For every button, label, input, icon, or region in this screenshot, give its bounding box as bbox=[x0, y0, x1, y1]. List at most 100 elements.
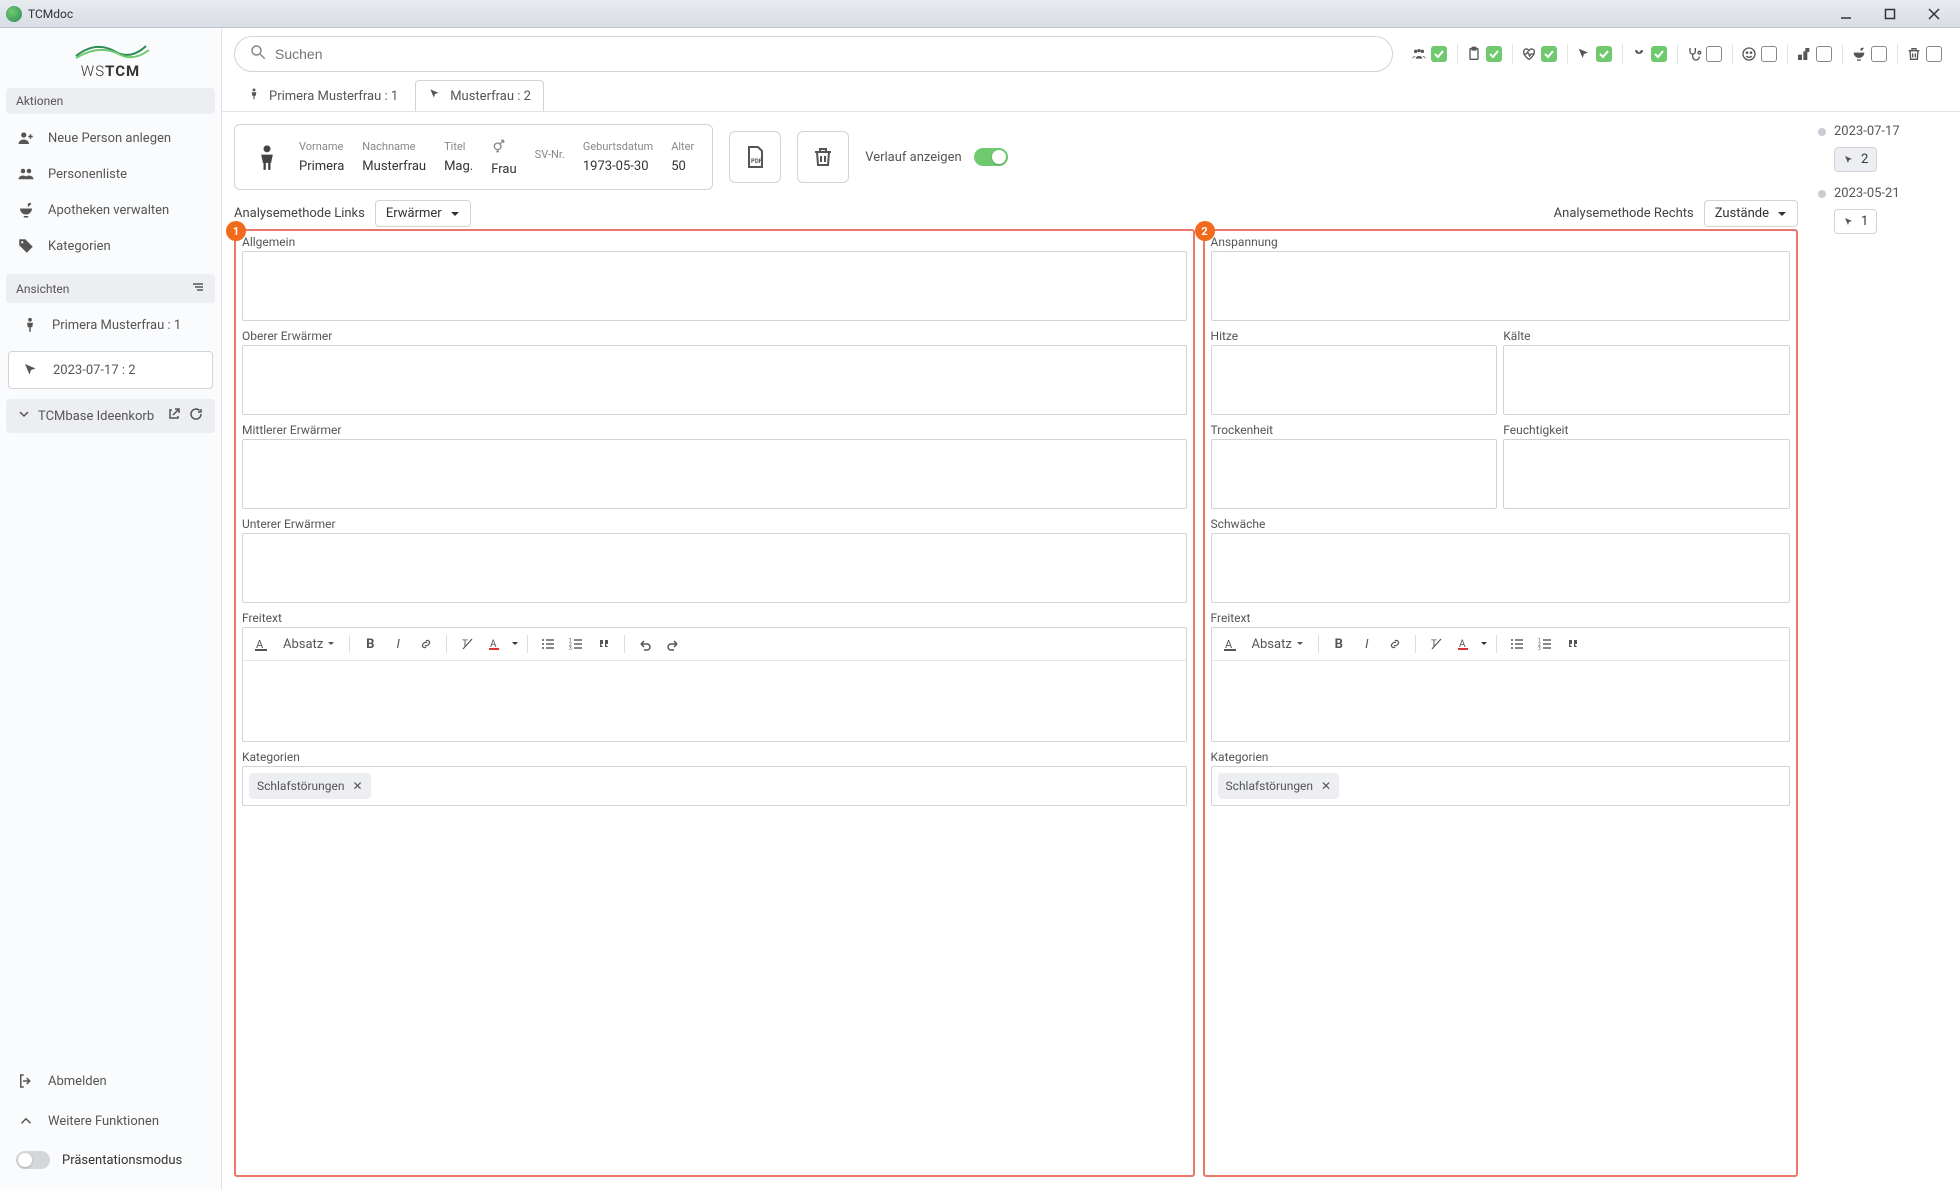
kategorien-box-left[interactable]: Schlafstörungen ✕ bbox=[242, 766, 1187, 806]
checkbox-checked[interactable] bbox=[1486, 46, 1502, 62]
ul-icon[interactable] bbox=[1505, 632, 1529, 656]
svg-text:3: 3 bbox=[1538, 646, 1541, 651]
checkbox-checked[interactable] bbox=[1541, 46, 1557, 62]
sidebar: WSTCM Aktionen Neue Person anlegen Perso… bbox=[0, 28, 222, 1189]
heart-pulse-icon[interactable] bbox=[1519, 44, 1539, 64]
weitere-funktionen-button[interactable]: Weitere Funktionen bbox=[0, 1101, 221, 1141]
link-icon[interactable] bbox=[414, 632, 438, 656]
quote-icon[interactable] bbox=[592, 632, 616, 656]
trockenheit-textarea[interactable] bbox=[1211, 439, 1498, 509]
tab-person-1[interactable]: Primera Musterfrau : 1 bbox=[234, 80, 411, 111]
text-color-icon[interactable]: A bbox=[1452, 632, 1476, 656]
abmelden-button[interactable]: Abmelden bbox=[0, 1061, 221, 1101]
category-chip: Schlafstörungen ✕ bbox=[249, 773, 371, 799]
redo-icon[interactable] bbox=[661, 632, 685, 656]
window-titlebar: TCMdoc bbox=[0, 0, 1960, 28]
oberer-erwaermer-textarea[interactable] bbox=[242, 345, 1187, 415]
sidebar-item-neue-person[interactable]: Neue Person anlegen bbox=[0, 120, 221, 156]
clear-format-icon[interactable]: T bbox=[455, 632, 479, 656]
checkbox-unchecked[interactable] bbox=[1926, 46, 1942, 62]
pdf-export-button[interactable]: PDF bbox=[729, 131, 781, 183]
italic-icon[interactable]: I bbox=[386, 632, 410, 656]
search-input[interactable] bbox=[275, 46, 1378, 62]
refresh-icon[interactable] bbox=[189, 407, 203, 425]
checkbox-checked[interactable] bbox=[1431, 46, 1447, 62]
italic-icon[interactable]: I bbox=[1355, 632, 1379, 656]
ol-icon[interactable]: 123 bbox=[1533, 632, 1557, 656]
hitze-textarea[interactable] bbox=[1211, 345, 1498, 415]
menu-icon[interactable] bbox=[191, 280, 205, 297]
sidebar-item-kategorien[interactable]: Kategorien bbox=[0, 228, 221, 264]
freitext-body-right[interactable] bbox=[1212, 661, 1789, 741]
praesentationsmodus-row: Präsentationsmodus bbox=[0, 1141, 221, 1179]
tab-person-2[interactable]: Musterfrau : 2 bbox=[415, 80, 544, 111]
text-color-icon[interactable]: A bbox=[249, 632, 273, 656]
sidebar-section-aktionen: Aktionen bbox=[6, 88, 215, 114]
chevron-down-icon[interactable] bbox=[1480, 640, 1488, 648]
window-maximize-button[interactable] bbox=[1870, 2, 1910, 26]
sidebar-item-apotheken[interactable]: Apotheken verwalten bbox=[0, 192, 221, 228]
anspannung-textarea[interactable] bbox=[1211, 251, 1790, 321]
praesentationsmodus-toggle[interactable] bbox=[16, 1151, 50, 1169]
blocks-icon[interactable] bbox=[1794, 44, 1814, 64]
cursor-click-icon[interactable] bbox=[1574, 44, 1594, 64]
feuchtigkeit-textarea[interactable] bbox=[1503, 439, 1790, 509]
paragraph-dropdown[interactable]: Absatz bbox=[277, 635, 341, 654]
paragraph-dropdown[interactable]: Absatz bbox=[1246, 635, 1310, 654]
ansicht-item-person[interactable]: Primera Musterfrau : 1 bbox=[8, 307, 213, 343]
stethoscope-icon[interactable] bbox=[1684, 44, 1704, 64]
checkbox-unchecked[interactable] bbox=[1816, 46, 1832, 62]
analyse-right-label: Analysemethode Rechts bbox=[1554, 206, 1694, 221]
clipboard-icon[interactable] bbox=[1464, 44, 1484, 64]
mittlerer-erwaermer-textarea[interactable] bbox=[242, 439, 1187, 509]
checkbox-checked[interactable] bbox=[1596, 46, 1612, 62]
external-link-icon[interactable] bbox=[167, 407, 181, 425]
schwaeche-textarea[interactable] bbox=[1211, 533, 1790, 603]
ol-icon[interactable]: 123 bbox=[564, 632, 588, 656]
text-color-icon[interactable]: A bbox=[483, 632, 507, 656]
checkbox-checked[interactable] bbox=[1651, 46, 1667, 62]
link-icon[interactable] bbox=[1383, 632, 1407, 656]
plant-icon[interactable] bbox=[1629, 44, 1649, 64]
analyse-left-dropdown[interactable]: Erwärmer bbox=[375, 200, 471, 227]
timeline-entry-1[interactable]: 2 bbox=[1834, 147, 1877, 172]
app-icon bbox=[6, 6, 22, 22]
kategorien-box-right[interactable]: Schlafstörungen ✕ bbox=[1211, 766, 1790, 806]
unterer-erwaermer-textarea[interactable] bbox=[242, 533, 1187, 603]
ul-icon[interactable] bbox=[536, 632, 560, 656]
ideenkorb-section[interactable]: TCMbase Ideenkorb bbox=[6, 399, 215, 433]
bold-icon[interactable]: B bbox=[1327, 632, 1351, 656]
timeline: 2023-07-17 2 2023-05-21 1 bbox=[1808, 124, 1948, 1177]
timeline-entry-2[interactable]: 1 bbox=[1834, 209, 1877, 234]
panel-badge-2: 2 bbox=[1195, 221, 1215, 241]
window-minimize-button[interactable] bbox=[1826, 2, 1866, 26]
freitext-editor-right: A Absatz B I T A bbox=[1211, 627, 1790, 742]
checkbox-unchecked[interactable] bbox=[1761, 46, 1777, 62]
text-color-icon[interactable]: A bbox=[1218, 632, 1242, 656]
quote-icon[interactable] bbox=[1561, 632, 1585, 656]
checkbox-unchecked[interactable] bbox=[1871, 46, 1887, 62]
allgemein-textarea[interactable] bbox=[242, 251, 1187, 321]
chevron-down-icon bbox=[1777, 209, 1787, 219]
window-close-button[interactable] bbox=[1914, 2, 1954, 26]
mortar-icon[interactable] bbox=[1849, 44, 1869, 64]
face-icon[interactable] bbox=[1739, 44, 1759, 64]
trash-icon[interactable] bbox=[1904, 44, 1924, 64]
search-input-wrapper[interactable] bbox=[234, 36, 1393, 72]
verlauf-toggle[interactable] bbox=[974, 148, 1008, 166]
bold-icon[interactable]: B bbox=[358, 632, 382, 656]
analyse-right-dropdown[interactable]: Zustände bbox=[1704, 200, 1798, 227]
chip-remove-icon[interactable]: ✕ bbox=[353, 779, 363, 793]
chevron-down-icon[interactable] bbox=[511, 640, 519, 648]
kaelte-textarea[interactable] bbox=[1503, 345, 1790, 415]
tags-icon bbox=[16, 236, 36, 256]
ansicht-item-date[interactable]: 2023-07-17 : 2 bbox=[8, 351, 213, 389]
clear-format-icon[interactable]: T bbox=[1424, 632, 1448, 656]
sidebar-item-personenliste[interactable]: Personenliste bbox=[0, 156, 221, 192]
delete-button[interactable] bbox=[797, 131, 849, 183]
people-icon[interactable] bbox=[1409, 44, 1429, 64]
freitext-body-left[interactable] bbox=[243, 661, 1186, 741]
undo-icon[interactable] bbox=[633, 632, 657, 656]
chip-remove-icon[interactable]: ✕ bbox=[1321, 779, 1331, 793]
checkbox-unchecked[interactable] bbox=[1706, 46, 1722, 62]
